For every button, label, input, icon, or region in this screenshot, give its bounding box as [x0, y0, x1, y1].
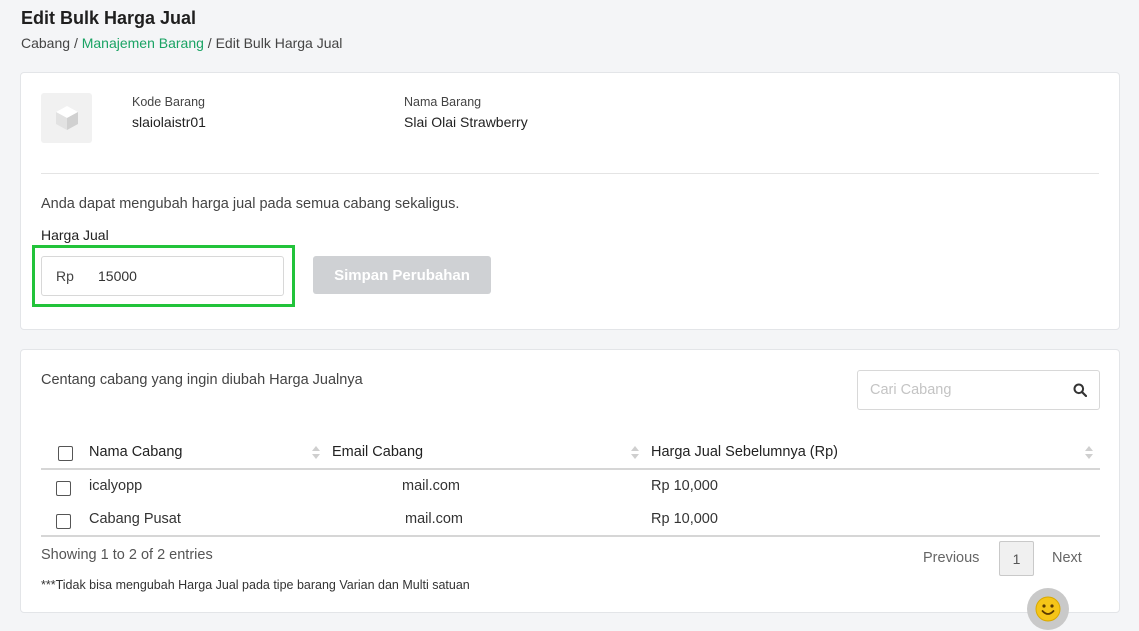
smiley-icon [1035, 596, 1061, 622]
breadcrumb-cabang[interactable]: Cabang [21, 35, 70, 51]
sort-icon[interactable] [312, 445, 320, 461]
product-code-value: slaiolaistr01 [132, 114, 206, 130]
breadcrumb-manajemen-barang[interactable]: Manajemen Barang [82, 35, 204, 51]
price-input[interactable]: Rp 15000 [41, 256, 284, 296]
sort-icon[interactable] [631, 445, 639, 461]
row-checkbox[interactable] [56, 481, 71, 496]
price-label: Harga Jual [41, 227, 109, 243]
breadcrumb-current: Edit Bulk Harga Jual [215, 35, 343, 51]
breadcrumb-separator: / [207, 35, 212, 51]
table-cell-branch-email: mail.com [402, 478, 461, 494]
product-name-value: Slai Olai Strawberry [404, 114, 528, 130]
table-footer-divider [41, 535, 1100, 537]
column-header-previous-price[interactable]: Harga Jual Sebelumnya (Rp) [651, 444, 838, 460]
table-cell-previous-price: Rp 10,000 [651, 478, 718, 494]
save-changes-button[interactable]: Simpan Perubahan [313, 256, 491, 294]
breadcrumb-separator: / [73, 35, 78, 51]
branch-search-input[interactable]: Cari Cabang [857, 370, 1100, 410]
product-code-label: Kode Barang [132, 95, 205, 109]
currency-prefix: Rp [56, 268, 74, 284]
breadcrumb: Cabang / Manajemen Barang / Edit Bulk Ha… [21, 35, 342, 51]
branches-card: Centang cabang yang ingin diubah Harga J… [20, 349, 1120, 613]
table-cell-branch-email: mail.com [405, 511, 464, 527]
box-icon [55, 106, 78, 130]
price-input-value[interactable]: 15000 [88, 268, 137, 284]
chat-widget-button[interactable] [1027, 588, 1069, 630]
divider [41, 173, 1099, 174]
sort-icon[interactable] [1085, 445, 1093, 461]
product-name-label: Nama Barang [404, 95, 482, 109]
select-all-checkbox[interactable] [58, 446, 73, 461]
pagination-next[interactable]: Next [1052, 550, 1082, 566]
pagination-page-1[interactable]: 1 [999, 541, 1034, 576]
column-header-branch-name[interactable]: Nama Cabang [89, 444, 183, 460]
page-title: Edit Bulk Harga Jual [21, 8, 197, 28]
table-header-divider [41, 468, 1100, 470]
branches-hint: Centang cabang yang ingin diubah Harga J… [41, 372, 363, 388]
table-cell-previous-price: Rp 10,000 [651, 511, 718, 527]
product-thumbnail [41, 93, 92, 143]
table-cell-branch-name: icalyopp [89, 478, 143, 494]
table-cell-branch-name: Cabang Pusat [89, 511, 181, 527]
footnote: ***Tidak bisa mengubah Harga Jual pada t… [41, 578, 470, 592]
row-checkbox[interactable] [56, 514, 71, 529]
entries-info: Showing 1 to 2 of 2 entries [41, 547, 213, 563]
price-edit-card: Kode Barang slaiolaistr01 Nama Barang Sl… [20, 72, 1120, 330]
price-hint: Anda dapat mengubah harga jual pada semu… [41, 196, 460, 212]
branch-search-placeholder: Cari Cabang [870, 382, 952, 398]
search-icon[interactable] [1073, 383, 1087, 397]
column-header-branch-email[interactable]: Email Cabang [332, 444, 423, 460]
pagination-previous[interactable]: Previous [923, 550, 979, 566]
